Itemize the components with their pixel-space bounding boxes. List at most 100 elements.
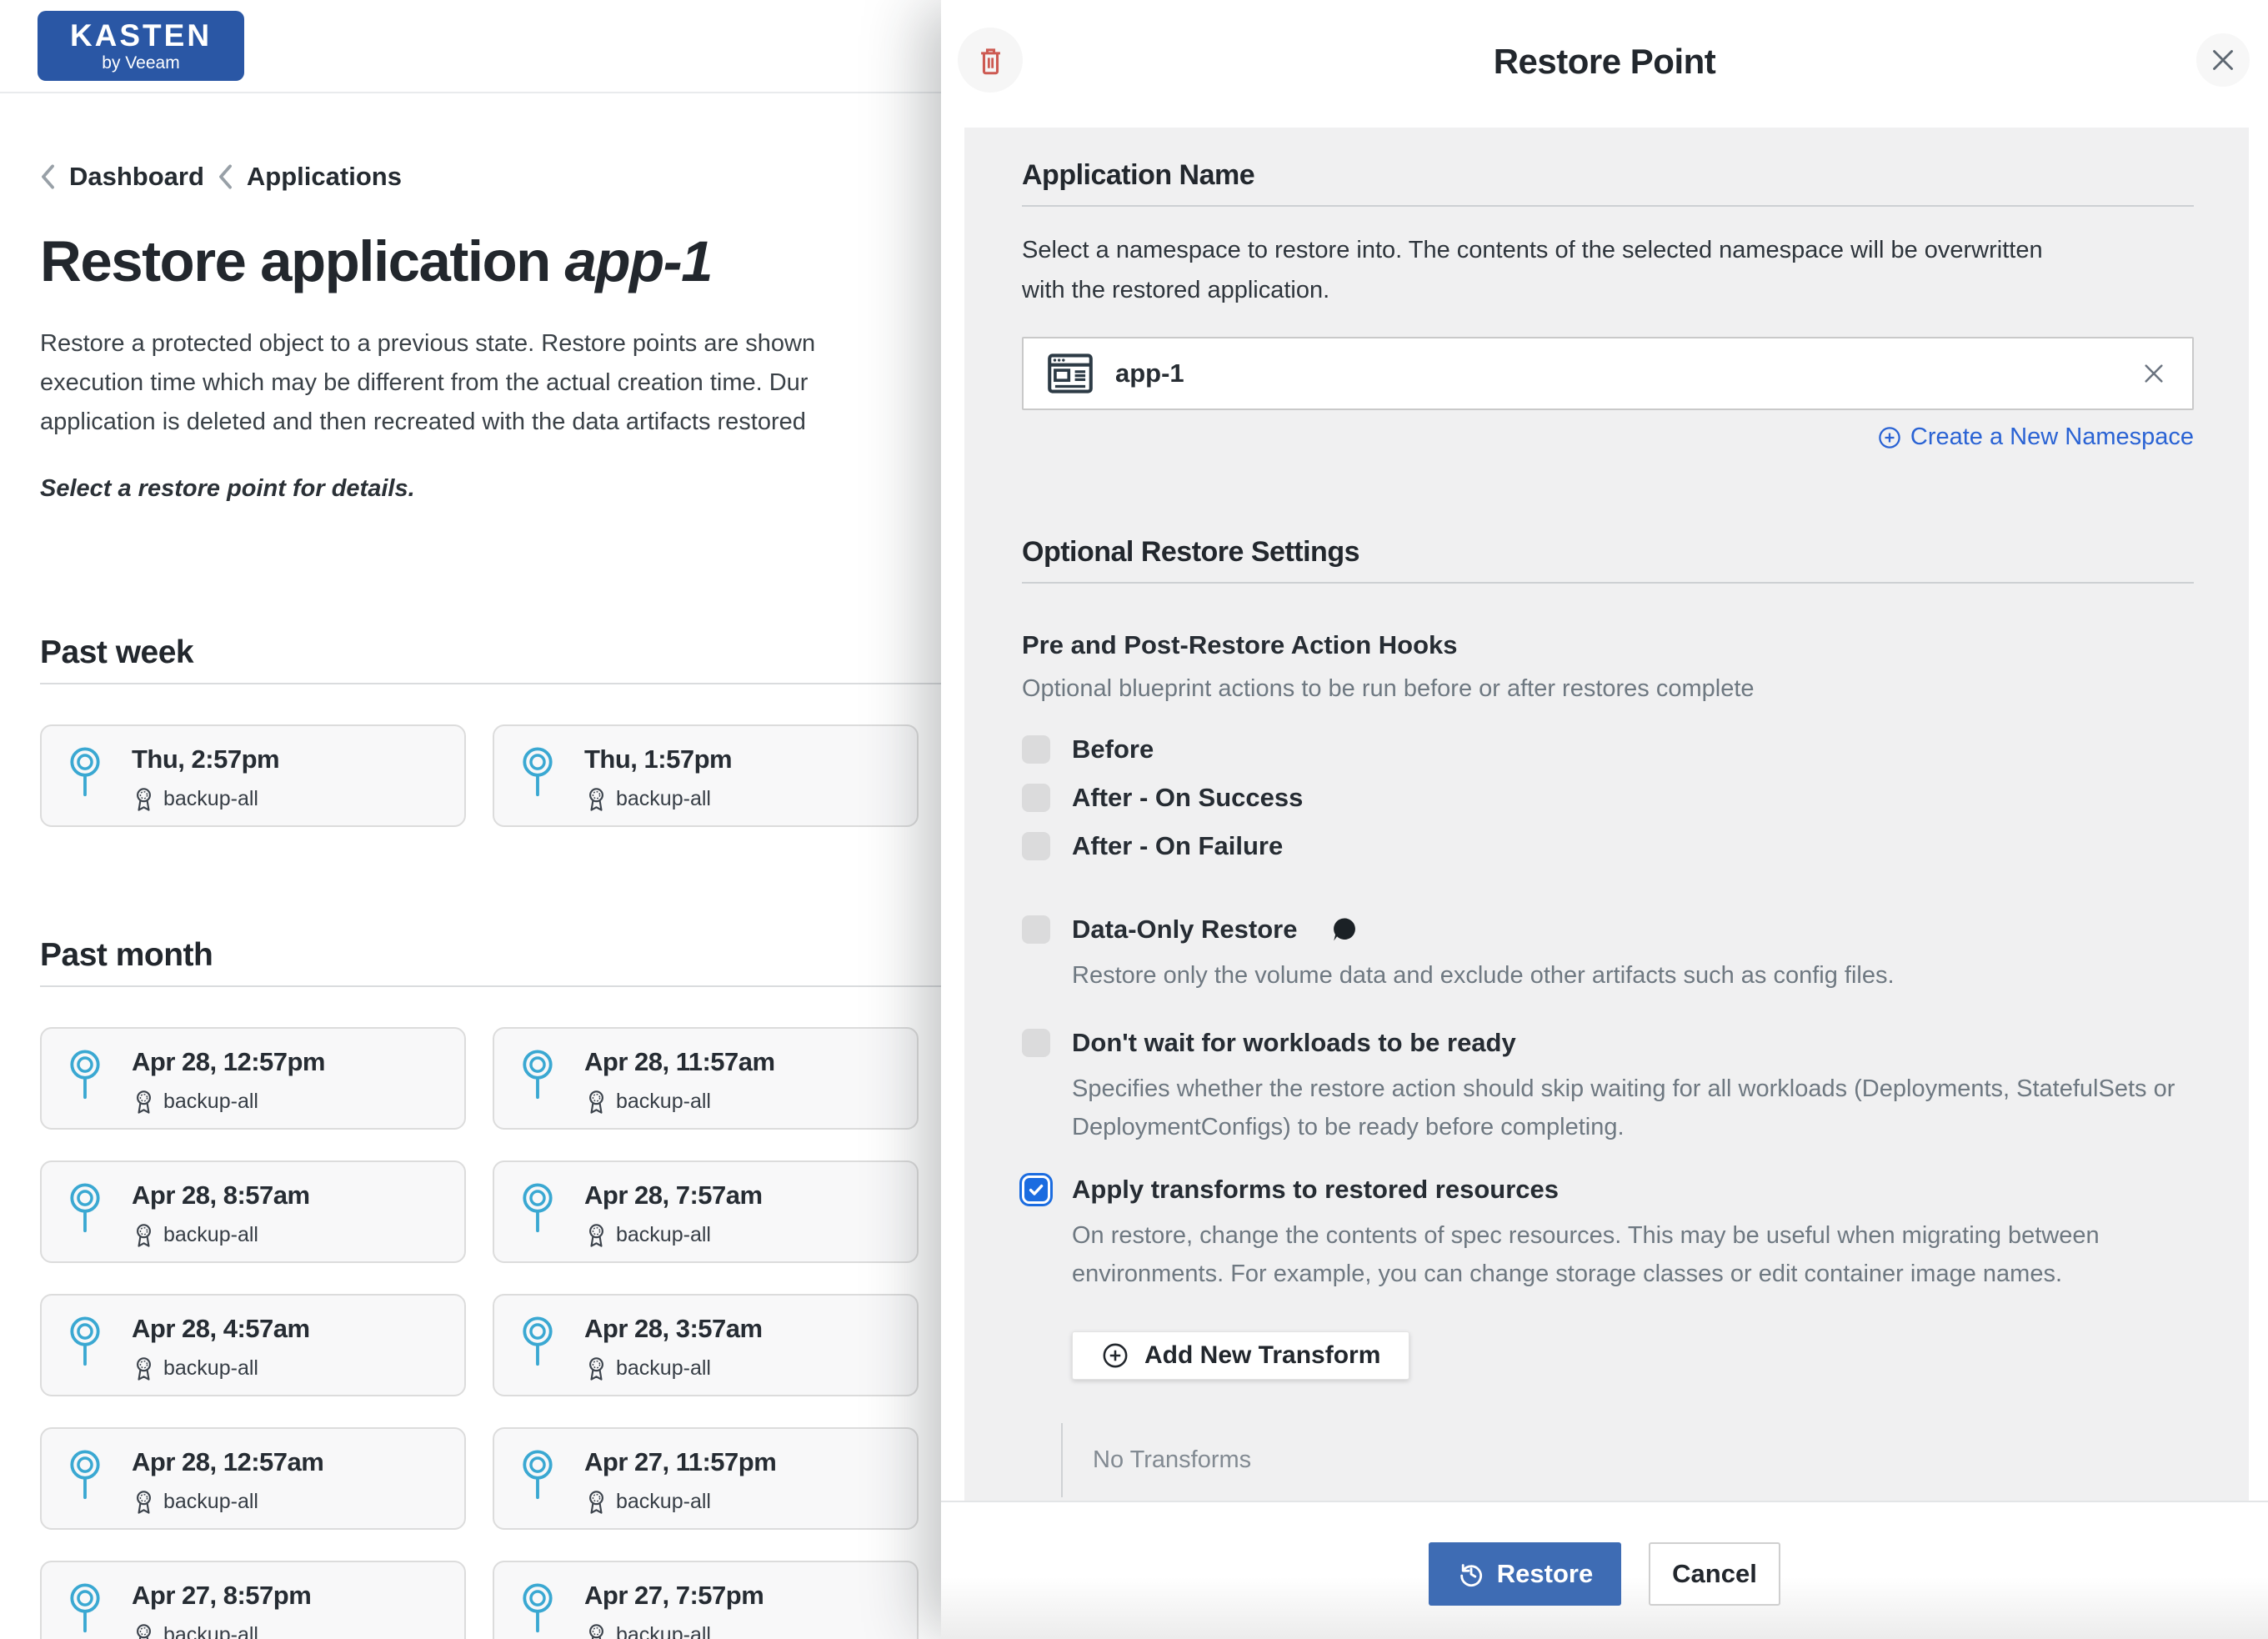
restore-application-page: Dashboard Applications Restore applicati… (0, 162, 941, 1639)
policy-ribbon-icon (584, 1222, 608, 1248)
close-modal-button[interactable] (2196, 33, 2250, 87)
policy-ribbon-icon (584, 1622, 608, 1639)
policy-name: backup-all (616, 1090, 711, 1114)
checkbox-unchecked[interactable] (1022, 784, 1050, 812)
restore-history-icon (1457, 1560, 1485, 1588)
action-hooks-description: Optional blueprint actions to be run bef… (1022, 675, 2194, 703)
optional-restore-settings-heading: Optional Restore Settings (1022, 536, 2194, 569)
page-description-line: Restore a protected object to a previous… (40, 324, 941, 363)
policy-ribbon-icon (584, 1489, 608, 1515)
action-hooks-label: Pre and Post-Restore Action Hooks (1022, 630, 2194, 660)
create-new-namespace-link[interactable]: Create a New Namespace (1022, 424, 2194, 451)
policy-name: backup-all (616, 1223, 711, 1247)
policy-ribbon-icon (132, 1222, 156, 1248)
section-divider (1022, 205, 2194, 207)
restore-point-pin-icon (67, 1048, 103, 1100)
data-only-restore-description: Restore only the volume data and exclude… (1072, 956, 2194, 995)
checkbox-unchecked[interactable] (1022, 915, 1050, 944)
breadcrumb: Dashboard Applications (40, 162, 941, 192)
breadcrumb-applications[interactable]: Applications (247, 162, 402, 192)
restore-point-card[interactable]: Apr 28, 4:57am backup-all (40, 1294, 466, 1396)
restore-point-time: Thu, 2:57pm (132, 744, 279, 774)
checkbox-unchecked[interactable] (1022, 735, 1050, 764)
namespace-input[interactable]: app-1 (1022, 337, 2194, 410)
restore-point-time: Apr 28, 8:57am (132, 1180, 310, 1210)
past-month-heading: Past month (40, 937, 941, 974)
restore-point-pin-icon (67, 1315, 103, 1366)
kasten-logo[interactable]: KASTEN by Veeam (38, 11, 244, 81)
past-week-cards: Thu, 2:57pm backup-all Thu, 1:57pm backu… (40, 724, 941, 827)
policy-name: backup-all (163, 787, 258, 811)
apply-transforms-description: On restore, change the contents of spec … (1072, 1216, 2194, 1293)
page-description-line: execution time which may be different fr… (40, 363, 941, 403)
application-name-description: Select a namespace to restore into. The … (1022, 230, 2072, 310)
checkbox-unchecked[interactable] (1022, 1029, 1050, 1057)
restore-point-policy: backup-all (132, 1089, 258, 1115)
tooltip-bubble-icon[interactable] (1330, 915, 1359, 944)
restore-button[interactable]: Restore (1429, 1542, 1621, 1606)
restore-point-card[interactable]: Apr 28, 11:57am backup-all (493, 1027, 919, 1130)
restore-point-policy: backup-all (584, 1089, 711, 1115)
clear-namespace-icon[interactable] (2140, 360, 2167, 387)
restore-point-policy: backup-all (132, 1356, 258, 1381)
restore-point-card[interactable]: Apr 27, 11:57pm backup-all (493, 1427, 919, 1530)
delete-restore-point-button[interactable] (958, 28, 1023, 93)
chevron-left-icon (40, 163, 56, 190)
dont-wait-checkbox-row[interactable]: Don't wait for workloads to be ready (1022, 1028, 2194, 1058)
select-restore-point-note: Select a restore point for details. (40, 475, 941, 503)
breadcrumb-dashboard[interactable]: Dashboard (69, 162, 204, 192)
namespace-window-icon (1047, 352, 1094, 395)
cancel-button[interactable]: Cancel (1649, 1542, 1780, 1606)
restore-point-card[interactable]: Apr 28, 7:57am backup-all (493, 1160, 919, 1263)
no-transforms-message: No Transforms (1061, 1423, 2194, 1497)
hook-after-success-checkbox-row[interactable]: After - On Success (1022, 783, 2194, 813)
page-description: Restore a protected object to a previous… (40, 324, 941, 442)
policy-name: backup-all (616, 1490, 711, 1514)
restore-point-card[interactable]: Thu, 2:57pm backup-all (40, 724, 466, 827)
page-description-line: application is deleted and then recreate… (40, 403, 941, 442)
restore-point-card[interactable]: Apr 28, 12:57pm backup-all (40, 1027, 466, 1130)
namespace-value: app-1 (1115, 358, 1184, 388)
restore-point-policy: backup-all (584, 1356, 711, 1381)
restore-point-card[interactable]: Apr 27, 8:57pm backup-all (40, 1561, 466, 1639)
restore-point-policy: backup-all (132, 1622, 258, 1639)
section-divider (1022, 582, 2194, 584)
restore-point-card[interactable]: Apr 28, 12:57am backup-all (40, 1427, 466, 1530)
checkbox-checked[interactable] (1022, 1175, 1050, 1204)
policy-name: backup-all (163, 1490, 258, 1514)
restore-point-policy: backup-all (132, 1489, 258, 1515)
circle-plus-icon (1101, 1341, 1129, 1370)
past-month-section: Past month Apr 28, 12:57pm backup-all Ap… (40, 937, 941, 1639)
data-only-restore-checkbox-row[interactable]: Data-Only Restore (1022, 915, 2194, 945)
policy-ribbon-icon (132, 1622, 156, 1639)
application-name-heading: Application Name (1022, 159, 2194, 192)
restore-point-card[interactable]: Thu, 1:57pm backup-all (493, 724, 919, 827)
policy-ribbon-icon (584, 1089, 608, 1115)
policy-name: backup-all (616, 1356, 711, 1381)
past-month-cards: Apr 28, 12:57pm backup-all Apr 28, 11:57… (40, 1027, 941, 1639)
modal-header: Restore Point (941, 0, 2268, 128)
policy-ribbon-icon (132, 786, 156, 812)
add-new-transform-button[interactable]: Add New Transform (1072, 1331, 1409, 1380)
restore-point-pin-icon (519, 1181, 556, 1233)
policy-name: backup-all (163, 1356, 258, 1381)
modal-body: Application Name Select a namespace to r… (964, 128, 2249, 1501)
restore-point-card[interactable]: Apr 27, 7:57pm backup-all (493, 1561, 919, 1639)
hook-before-checkbox-row[interactable]: Before (1022, 734, 2194, 764)
restore-point-policy: backup-all (584, 1489, 711, 1515)
restore-point-card[interactable]: Apr 28, 3:57am backup-all (493, 1294, 919, 1396)
policy-ribbon-icon (584, 786, 608, 812)
page-title: Restore application app-1 (40, 228, 941, 294)
circle-plus-icon (1877, 425, 1902, 450)
restore-point-policy: backup-all (584, 1622, 711, 1639)
hook-after-failure-checkbox-row[interactable]: After - On Failure (1022, 831, 2194, 861)
restore-point-modal: Restore Point Application Name Select a … (941, 0, 2268, 1639)
apply-transforms-checkbox-row[interactable]: Apply transforms to restored resources (1022, 1175, 2194, 1205)
restore-point-pin-icon (67, 1581, 103, 1633)
checkbox-unchecked[interactable] (1022, 832, 1050, 860)
restore-point-time: Apr 28, 4:57am (132, 1314, 310, 1344)
restore-point-time: Apr 28, 11:57am (584, 1047, 775, 1077)
restore-point-pin-icon (67, 1181, 103, 1233)
past-week-section: Past week Thu, 2:57pm backup-all Thu, 1:… (40, 634, 941, 827)
restore-point-card[interactable]: Apr 28, 8:57am backup-all (40, 1160, 466, 1263)
